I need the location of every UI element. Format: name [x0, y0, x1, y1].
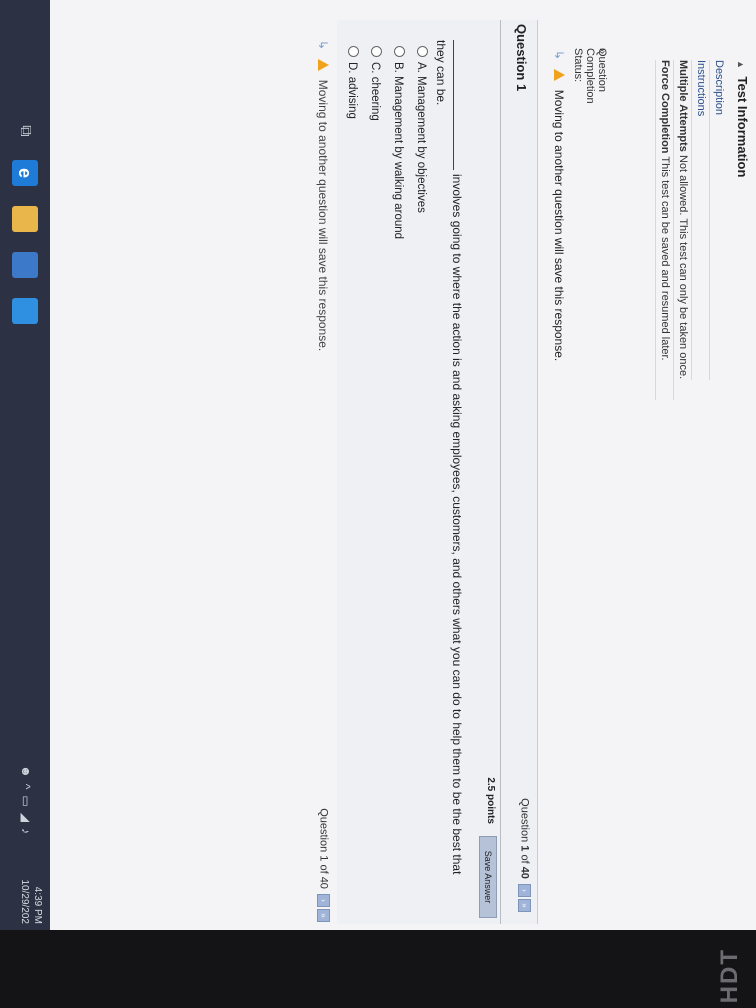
description-row: Description [709, 60, 727, 380]
monitor-logo: HDT [716, 948, 743, 1004]
option-d[interactable]: D. advising [337, 46, 360, 239]
arrow-icon: ↳ [316, 40, 330, 51]
warning-icon [554, 69, 565, 82]
next-icon[interactable]: › [317, 894, 330, 907]
test-information-header[interactable]: ▲ Test Information [735, 60, 750, 920]
last-icon[interactable]: » [518, 899, 531, 912]
force-completion-row: Force Completion This test can be saved … [655, 60, 673, 400]
points-label: 2.5 points [485, 777, 496, 824]
task-view-icon[interactable]: ⧉ [12, 118, 38, 144]
warning-icon [318, 59, 329, 72]
store-icon[interactable] [12, 252, 38, 278]
save-warning-bottom: ↳ Moving to another question will save t… [316, 40, 330, 352]
next-icon[interactable]: › [518, 884, 531, 897]
multiple-attempts-row: Multiple Attempts Not allowed. This test… [673, 60, 691, 400]
option-c[interactable]: C. cheering [360, 46, 383, 239]
screen: ▲ Test Information Description Instructi… [0, 0, 756, 1008]
last-icon[interactable]: » [317, 909, 330, 922]
radio-icon[interactable] [417, 46, 428, 57]
collapse-chevron-icon[interactable]: ▲ [736, 60, 746, 69]
mail-icon[interactable] [12, 298, 38, 324]
clock[interactable]: 4:39 PM 10/29/202 [18, 880, 44, 925]
test-information-panel: ▲ Test Information Description Instructi… [655, 60, 750, 920]
option-b[interactable]: B. Management by walking around [383, 46, 406, 239]
tray-icons[interactable]: ☻^▭◢♪ [19, 765, 33, 840]
points-bar: 2.5 points Save Answer [478, 20, 501, 924]
edge-icon[interactable]: e [12, 160, 38, 186]
monitor-bezel: HDT [0, 930, 756, 1008]
save-answer-button[interactable]: Save Answer [479, 836, 497, 918]
question-card: Question 1 Question 1 of 40 ›» 2.5 point… [337, 20, 538, 924]
bottom-question-navigator: Question 1 of 40 ›» [317, 808, 330, 922]
radio-icon[interactable] [371, 46, 382, 57]
save-warning-top: ↳ Moving to another question will save t… [552, 50, 566, 362]
radio-icon[interactable] [394, 46, 405, 57]
instructions-row: Instructions [691, 60, 709, 380]
taskbar: ⧉ e ☻^▭◢♪ 4:39 PM 10/29/202 [0, 0, 50, 930]
battery-icon[interactable]: ▭ [19, 795, 33, 812]
radio-icon[interactable] [348, 46, 359, 57]
question-navigator: Question 1 of 40 ›» [518, 798, 531, 912]
test-page: ▲ Test Information Description Instructi… [50, 0, 756, 930]
network-icon[interactable]: ◢ [19, 813, 33, 828]
question-title: Question 1 [514, 24, 529, 92]
volume-icon[interactable]: ♪ [19, 828, 33, 840]
option-a[interactable]: A. Management by objectives [406, 46, 429, 239]
answer-blank [453, 40, 454, 170]
answer-options: A. Management by objectives B. Managemen… [337, 46, 429, 239]
chevron-up-icon[interactable]: ^ [19, 784, 33, 796]
arrow-icon: ↳ [552, 50, 566, 61]
people-icon[interactable]: ☻ [19, 765, 33, 784]
question-text: involves going to where the action is an… [434, 40, 464, 875]
folder-icon[interactable] [12, 206, 38, 232]
question-completion-status[interactable]: » Question Completion Status: [572, 20, 628, 920]
